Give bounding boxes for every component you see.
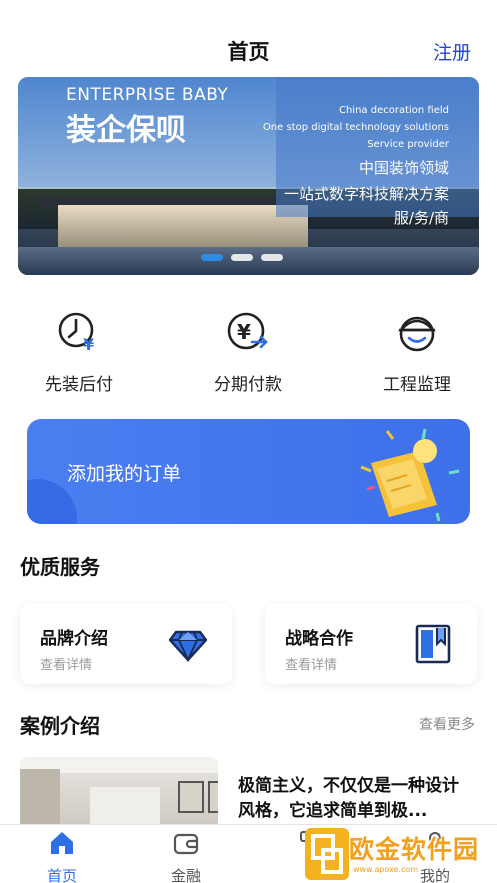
add-order-button[interactable]: 添加我的订单 — [27, 419, 470, 524]
watermark-text: 欧金软件园 — [349, 835, 480, 864]
service-card-brand[interactable]: 品牌介绍 查看详情 — [20, 604, 232, 684]
home-icon — [51, 832, 73, 854]
view-more-link[interactable]: 查看更多 — [419, 714, 475, 734]
service-name: 战略合作 — [285, 629, 353, 649]
tab-label: 金融 — [170, 867, 201, 883]
banner-line: China decoration field — [338, 105, 449, 116]
feature-supervision[interactable]: 工程监理 — [357, 310, 477, 395]
banner-line: Service provider — [367, 139, 449, 150]
feature-label: 分期付款 — [214, 375, 282, 395]
banner-carousel[interactable]: ENTERPRISE BABY 装企保呗 China decoration fi… — [18, 77, 479, 275]
service-card-partnership[interactable]: 战略合作 查看详情 — [265, 604, 477, 684]
tab-finance[interactable]: 金融 — [146, 829, 226, 883]
wall-frame — [178, 781, 204, 813]
feature-row: ¥ 先装后付 ¥ 分期付款 工程监理 — [0, 310, 497, 400]
banner-chinese-title: 装企保呗 — [66, 113, 186, 148]
banner-line: One stop digital technology solutions — [262, 122, 449, 133]
carousel-dot[interactable] — [231, 254, 253, 261]
carousel-dot[interactable] — [201, 254, 223, 261]
diamond-icon — [168, 630, 208, 663]
banner-line: 中国装饰领域 — [358, 159, 449, 177]
wall-frame — [208, 781, 218, 813]
order-bag-icon — [360, 428, 460, 522]
clock-yuan-icon: ¥ — [58, 312, 94, 354]
banner-english-title: ENTERPRISE BABY — [66, 85, 229, 105]
watermark-logo-icon — [305, 828, 349, 880]
wallet-icon — [173, 833, 199, 855]
register-link[interactable]: 注册 — [433, 38, 471, 65]
book-bookmark-icon — [415, 624, 451, 664]
carousel-indicator — [201, 254, 283, 261]
case-description[interactable]: 极简主义，不仅仅是一种设计风格，它追求简单到极... — [238, 774, 468, 824]
svg-text:¥: ¥ — [237, 320, 251, 344]
top-bar: 首页 注册 — [0, 0, 497, 76]
feature-installment[interactable]: ¥ 分期付款 — [188, 310, 308, 395]
carousel-dot[interactable] — [261, 254, 283, 261]
service-subtitle: 查看详情 — [285, 658, 338, 673]
banner-building — [58, 205, 308, 247]
watermark: 欧金软件园 www.apoxe.com — [305, 828, 490, 880]
case-thumbnail[interactable] — [20, 757, 218, 827]
watermark-url: www.apoxe.com — [353, 865, 419, 874]
page-title: 首页 — [227, 40, 270, 64]
yuan-arrow-icon: ¥ — [227, 312, 268, 350]
add-order-label: 添加我的订单 — [67, 463, 182, 485]
hardhat-worker-icon — [398, 316, 436, 352]
services-title: 优质服务 — [20, 555, 100, 579]
banner-line: 一站式数字科技解决方案 — [283, 185, 449, 203]
feature-install-first[interactable]: ¥ 先装后付 — [19, 310, 139, 395]
tab-label: 首页 — [46, 867, 77, 883]
tab-home[interactable]: 首页 — [22, 829, 102, 883]
service-subtitle: 查看详情 — [40, 658, 93, 673]
cases-title: 案例介绍 — [20, 714, 100, 738]
banner-water — [18, 247, 479, 275]
wall-left — [20, 769, 60, 827]
feature-label: 工程监理 — [383, 375, 451, 395]
service-name: 品牌介绍 — [40, 629, 108, 649]
door-panel — [90, 787, 160, 827]
feature-label: 先装后付 — [45, 375, 113, 395]
svg-text:¥: ¥ — [83, 335, 94, 354]
banner-line: 服/务/商 — [393, 209, 449, 227]
